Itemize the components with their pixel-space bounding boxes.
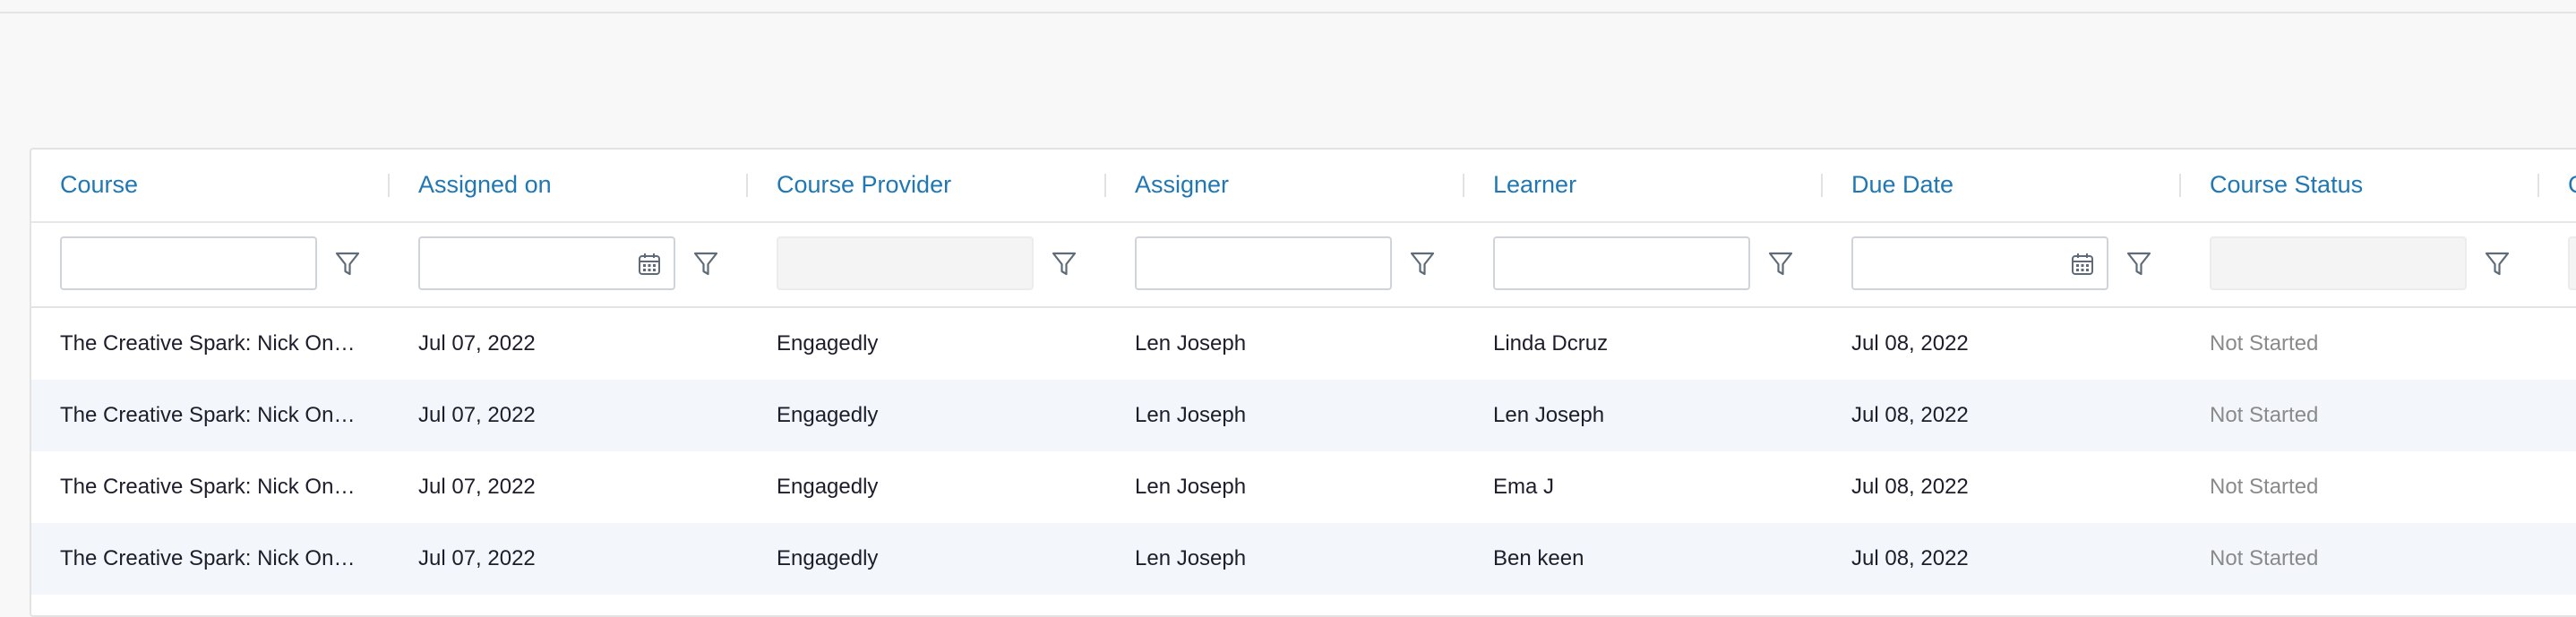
cell-learner: Len Joseph: [1493, 403, 1605, 427]
column-header-course[interactable]: Course: [60, 150, 138, 221]
filter-input-due-date[interactable]: [1851, 236, 2108, 290]
filter-input-status: [2210, 236, 2467, 290]
calendar-icon[interactable]: [2071, 253, 2094, 276]
column-resize-handle[interactable]: [388, 174, 390, 197]
cell-status: Not Started: [2210, 475, 2319, 499]
funnel-icon[interactable]: [1768, 251, 1793, 278]
cell-due-date: Jul 08, 2022: [1851, 403, 1969, 427]
calendar-icon[interactable]: [638, 253, 661, 276]
column-header-status[interactable]: Course Status: [2210, 150, 2363, 221]
funnel-icon[interactable]: [1410, 251, 1435, 278]
cell-learner: Linda Dcruz: [1493, 331, 1609, 356]
column-header-assigned-on[interactable]: Assigned on: [418, 150, 552, 221]
column-resize-handle[interactable]: [1821, 174, 1823, 197]
cell-assigner: Len Joseph: [1135, 475, 1247, 499]
column-resize-handle[interactable]: [1463, 174, 1464, 197]
cell-learner: Ema J: [1493, 475, 1555, 499]
column-resize-handle[interactable]: [1104, 174, 1106, 197]
table-row[interactable]: The Creative Spark: Nick Onk… Jul 07, 202…: [31, 308, 2576, 380]
funnel-icon[interactable]: [2485, 251, 2510, 278]
filter-input-assigner[interactable]: [1135, 236, 1392, 290]
funnel-icon[interactable]: [1052, 251, 1077, 278]
cell-course: The Creative Spark: Nick Onk…: [60, 403, 360, 427]
grid-header: Course Assigned on Course Provider Assigner…: [31, 150, 2576, 223]
cell-due-date: Jul 08, 2022: [1851, 546, 1969, 570]
cell-assigner: Len Joseph: [1135, 403, 1247, 427]
cell-provider: Engagedly: [777, 403, 879, 427]
cell-learner: Ben keen: [1493, 546, 1584, 570]
column-resize-handle[interactable]: [746, 174, 748, 197]
cell-assigned-on: Jul 07, 2022: [418, 546, 536, 570]
funnel-icon[interactable]: [693, 251, 718, 278]
cell-status: Not Started: [2210, 546, 2319, 570]
filter-input-provider: [777, 236, 1034, 290]
top-bar: [0, 0, 2576, 13]
column-header-extra[interactable]: C: [2568, 150, 2576, 221]
cell-provider: Engagedly: [777, 331, 879, 356]
filter-input-assigned-on[interactable]: [418, 236, 675, 290]
cell-assigned-on: Jul 07, 2022: [418, 331, 536, 356]
table-row[interactable]: The Creative Spark: Nick Onk… Jul 07, 202…: [31, 523, 2576, 595]
column-resize-handle[interactable]: [2537, 174, 2539, 197]
cell-assigner: Len Joseph: [1135, 546, 1247, 570]
cell-due-date: Jul 08, 2022: [1851, 475, 1969, 499]
filter-input-course[interactable]: [60, 236, 317, 290]
cell-course: The Creative Spark: Nick Onk…: [60, 475, 360, 499]
funnel-icon[interactable]: [2126, 251, 2151, 278]
funnel-icon[interactable]: [335, 251, 360, 278]
cell-assigner: Len Joseph: [1135, 331, 1247, 356]
filter-input-learner[interactable]: [1493, 236, 1750, 290]
cell-provider: Engagedly: [777, 546, 879, 570]
cell-assigned-on: Jul 07, 2022: [418, 403, 536, 427]
cell-course: The Creative Spark: Nick Onk…: [60, 331, 360, 356]
cell-provider: Engagedly: [777, 475, 879, 499]
cell-due-date: Jul 08, 2022: [1851, 331, 1969, 356]
grid-filter-row: [31, 221, 2576, 308]
filter-input-extra: [2568, 236, 2576, 290]
column-header-learner[interactable]: Learner: [1493, 150, 1576, 221]
column-header-assigner[interactable]: Assigner: [1135, 150, 1229, 221]
column-resize-handle[interactable]: [2179, 174, 2181, 197]
cell-status: Not Started: [2210, 331, 2319, 356]
table-row[interactable]: The Creative Spark: Nick Onk… Jul 07, 202…: [31, 380, 2576, 451]
cell-course: The Creative Spark: Nick Onk…: [60, 546, 360, 570]
column-header-provider[interactable]: Course Provider: [777, 150, 951, 221]
cell-assigned-on: Jul 07, 2022: [418, 475, 536, 499]
cell-status: Not Started: [2210, 403, 2319, 427]
column-header-due-date[interactable]: Due Date: [1851, 150, 1953, 221]
assigned-courses-grid: Course Assigned on Course Provider Assigner…: [30, 148, 2576, 617]
table-row[interactable]: The Creative Spark: Nick Onk… Jul 07, 202…: [31, 451, 2576, 523]
